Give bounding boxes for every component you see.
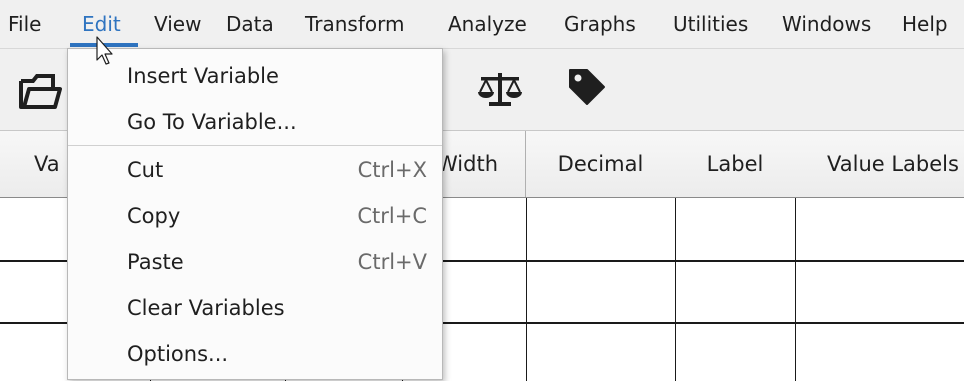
menu-item-insert-variable[interactable]: Insert Variable bbox=[68, 53, 442, 99]
menu-utilities[interactable]: Utilities bbox=[673, 0, 748, 48]
grid-line bbox=[526, 198, 527, 381]
edit-menu-dropdown: Insert Variable Go To Variable... Cut Ct… bbox=[67, 48, 443, 380]
grid-line bbox=[675, 198, 676, 381]
menu-item-paste[interactable]: Paste Ctrl+V bbox=[68, 239, 442, 285]
menu-windows[interactable]: Windows bbox=[782, 0, 871, 48]
scales-icon[interactable] bbox=[477, 71, 523, 111]
menu-view[interactable]: View bbox=[154, 0, 201, 48]
menu-item-label: Copy bbox=[127, 204, 181, 228]
menu-separator bbox=[68, 145, 442, 146]
menu-file[interactable]: File bbox=[8, 0, 41, 48]
menu-help[interactable]: Help bbox=[902, 0, 948, 48]
menu-item-label: Insert Variable bbox=[127, 64, 279, 88]
menu-item-label: Go To Variable... bbox=[127, 110, 297, 134]
menu-item-cut[interactable]: Cut Ctrl+X bbox=[68, 147, 442, 193]
tag-icon[interactable] bbox=[567, 67, 607, 111]
column-header-label[interactable]: Label bbox=[675, 131, 796, 197]
column-header-decimal[interactable]: Decimal bbox=[526, 131, 676, 197]
column-header-value-labels[interactable]: Value Labels bbox=[795, 131, 964, 197]
menu-bar: File Edit View Data Transform Analyze Gr… bbox=[0, 0, 964, 49]
menu-item-options[interactable]: Options... bbox=[68, 331, 442, 377]
menu-data[interactable]: Data bbox=[226, 0, 274, 48]
mouse-cursor-icon bbox=[96, 36, 116, 70]
menu-item-label: Cut bbox=[127, 158, 164, 182]
menu-item-label: Clear Variables bbox=[127, 296, 285, 320]
menu-item-label: Paste bbox=[127, 250, 184, 274]
menu-item-copy[interactable]: Copy Ctrl+C bbox=[68, 193, 442, 239]
open-folder-icon[interactable] bbox=[18, 71, 62, 115]
menu-item-shortcut: Ctrl+X bbox=[357, 158, 427, 182]
grid-line bbox=[795, 198, 796, 381]
menu-item-shortcut: Ctrl+V bbox=[357, 250, 427, 274]
menu-transform[interactable]: Transform bbox=[305, 0, 404, 48]
menu-item-go-to-variable[interactable]: Go To Variable... bbox=[68, 99, 442, 145]
menu-analyze[interactable]: Analyze bbox=[448, 0, 527, 48]
menu-item-clear-variables[interactable]: Clear Variables bbox=[68, 285, 442, 331]
menu-graphs[interactable]: Graphs bbox=[564, 0, 636, 48]
menu-item-shortcut: Ctrl+C bbox=[357, 204, 427, 228]
menu-item-label: Options... bbox=[127, 342, 229, 366]
